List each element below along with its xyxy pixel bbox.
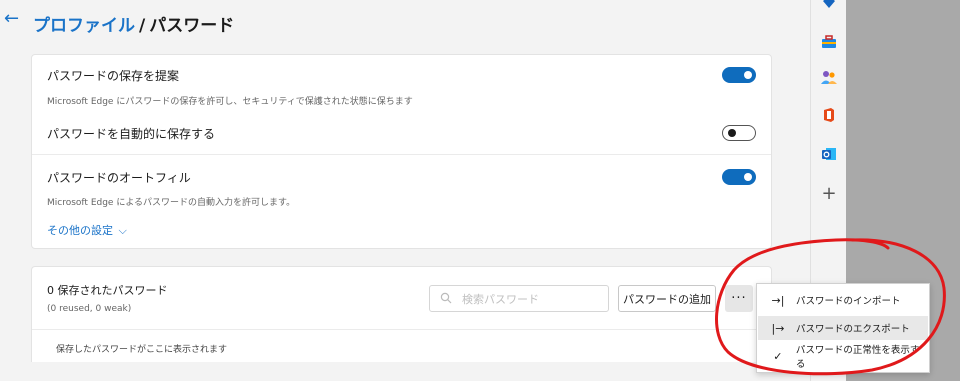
- people-icon[interactable]: [820, 68, 838, 86]
- outlook-icon-svg: [822, 148, 836, 160]
- shopping-tag-icon-svg: [823, 0, 835, 8]
- office-icon[interactable]: [820, 106, 838, 124]
- outlook-icon[interactable]: [820, 145, 838, 163]
- page-header: ← プロファイル / パスワード: [0, 0, 800, 44]
- more-settings-link[interactable]: その他の設定 ⌵: [47, 222, 127, 238]
- toolbox-icon-svg: [822, 35, 836, 48]
- more-settings-label: その他の設定: [47, 224, 113, 237]
- annotation-circle: [715, 238, 946, 376]
- section-divider: [32, 329, 771, 330]
- back-arrow-icon[interactable]: ←: [4, 8, 19, 30]
- autofill-title: パスワードのオートフィル: [47, 171, 191, 185]
- section-divider: [32, 154, 771, 155]
- breadcrumb-separator: /: [139, 16, 146, 36]
- offer-save-title: パスワードの保存を提案: [47, 69, 180, 83]
- people-icon-svg: [821, 71, 837, 84]
- autofill-description: Microsoft Edge によるパスワードの自動入力を許可します。: [47, 198, 296, 208]
- add-password-button[interactable]: パスワードの追加: [618, 285, 716, 312]
- toggle-knob: [728, 129, 736, 137]
- search-input[interactable]: [460, 289, 604, 310]
- offer-save-toggle[interactable]: [722, 67, 756, 83]
- empty-state-message: 保存したパスワードがここに表示されます: [56, 345, 228, 355]
- password-settings-card: パスワードの保存を提案 Microsoft Edge にパスワードの保存を許可し…: [31, 54, 772, 249]
- saved-passwords-title: 0 保存されたパスワード: [47, 284, 168, 297]
- auto-save-title: パスワードを自動的に保存する: [47, 127, 216, 141]
- breadcrumb-current: パスワード: [149, 16, 235, 36]
- chevron-down-icon: ⌵: [118, 224, 127, 237]
- saved-passwords-card: 0 保存されたパスワード (0 reused, 0 weak) パスワードの追加…: [31, 266, 772, 362]
- toolbox-icon[interactable]: [820, 33, 838, 51]
- toggle-knob: [744, 173, 752, 181]
- office-icon-svg: [824, 108, 834, 122]
- shopping-tag-icon[interactable]: [820, 0, 838, 12]
- saved-passwords-stats: (0 reused, 0 weak): [47, 304, 132, 314]
- add-icon[interactable]: +: [820, 183, 838, 204]
- autofill-toggle[interactable]: [722, 169, 756, 185]
- auto-save-toggle[interactable]: [722, 125, 756, 141]
- breadcrumb-profile-link[interactable]: プロファイル: [33, 16, 135, 36]
- search-icon: [440, 292, 452, 304]
- password-search[interactable]: [429, 285, 609, 312]
- breadcrumb: プロファイル / パスワード: [33, 11, 234, 36]
- offer-save-description: Microsoft Edge にパスワードの保存を許可し、セキュリティで保護され…: [47, 97, 413, 107]
- toggle-knob: [744, 71, 752, 79]
